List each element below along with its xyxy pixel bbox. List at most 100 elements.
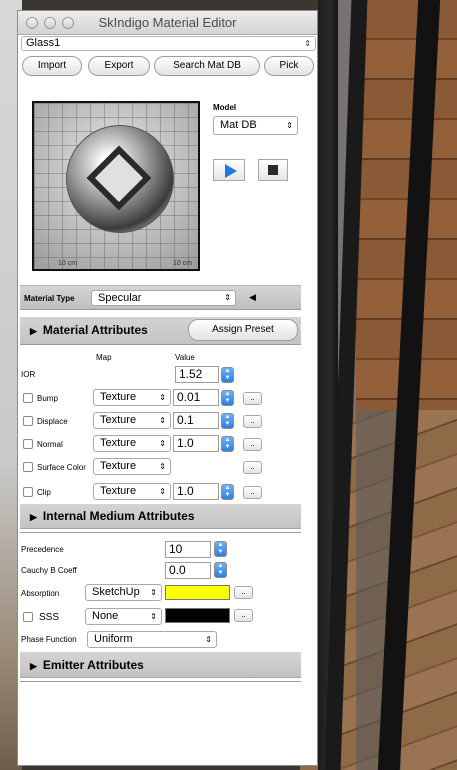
displace-browse-button[interactable]: ..	[243, 415, 262, 428]
disclosure-triangle-icon: ▶	[30, 326, 37, 336]
normal-stepper[interactable]: ▲ ▼	[221, 436, 234, 452]
sss-map-value: None	[92, 610, 119, 622]
material-attributes-title: Material Attributes	[42, 323, 148, 337]
material-editor-window: SkIndigo Material Editor Glass1 ⇕ Import…	[17, 10, 318, 766]
emitter-attributes-header[interactable]: ▶ Emitter Attributes	[20, 652, 301, 678]
surface-color-browse-button[interactable]: ..	[243, 461, 262, 474]
absorption-map-value: SketchUp	[92, 586, 140, 598]
updown-arrows-icon: ⇕	[159, 393, 166, 402]
render-stop-button[interactable]	[258, 159, 288, 181]
normal-label: Normal	[37, 440, 63, 449]
updown-arrows-icon: ⇕	[205, 635, 212, 644]
material-type-bar: Material Type Specular ⇕ ◀	[20, 285, 301, 310]
clip-browse-button[interactable]: ..	[243, 486, 262, 499]
collapse-arrow-icon[interactable]: ◀	[249, 292, 256, 303]
sss-label: SSS	[39, 612, 60, 623]
preview-ruler-right: 10 cm	[172, 260, 192, 267]
material-select-value: Glass1	[26, 37, 61, 49]
bump-browse-button[interactable]: ..	[243, 392, 262, 405]
title-bar: SkIndigo Material Editor	[18, 11, 317, 35]
preview-ruler-left: 10 cm	[58, 260, 78, 267]
model-label: Model	[213, 103, 237, 112]
normal-value-input[interactable]: 1.0	[173, 435, 219, 452]
clip-checkbox[interactable]	[23, 487, 33, 497]
normal-map-value: Texture	[100, 437, 137, 449]
bump-stepper[interactable]: ▲ ▼	[221, 390, 234, 406]
internal-medium-title: Internal Medium Attributes	[42, 509, 195, 523]
displace-checkbox[interactable]	[23, 416, 33, 426]
phase-function-select[interactable]: Uniform ⇕	[87, 631, 217, 648]
import-button[interactable]: Import	[22, 56, 82, 76]
sss-checkbox[interactable]	[23, 612, 33, 622]
surface-color-checkbox[interactable]	[23, 462, 33, 472]
bump-label: Bump	[37, 394, 58, 403]
clip-stepper[interactable]: ▲ ▼	[221, 484, 234, 500]
updown-arrows-icon: ⇕	[304, 39, 311, 48]
absorption-map-select[interactable]: SketchUp ⇕	[85, 584, 162, 601]
updown-arrows-icon: ⇕	[150, 588, 157, 597]
render-play-button[interactable]	[213, 159, 245, 181]
disclosure-triangle-icon: ▶	[30, 661, 37, 671]
sss-color-swatch[interactable]	[165, 608, 230, 623]
internal-medium-header[interactable]: ▶ Internal Medium Attributes	[20, 504, 301, 529]
sss-browse-button[interactable]: ..	[234, 609, 253, 622]
normal-map-select[interactable]: Texture ⇕	[93, 435, 171, 452]
displace-value-input[interactable]: 0.1	[173, 412, 219, 429]
displace-label: Displace	[37, 417, 68, 426]
assign-preset-button[interactable]: Assign Preset	[188, 319, 298, 341]
normal-browse-button[interactable]: ..	[243, 438, 262, 451]
material-type-value: Specular	[98, 292, 142, 304]
close-window-button[interactable]	[26, 16, 38, 29]
precedence-stepper[interactable]: ▲ ▼	[214, 541, 227, 557]
updown-arrows-icon: ⇕	[159, 439, 166, 448]
model-select[interactable]: Mat DB ⇕	[213, 116, 298, 135]
cauchy-input[interactable]: 0.0	[165, 562, 211, 579]
bump-map-select[interactable]: Texture ⇕	[93, 389, 171, 406]
disclosure-triangle-icon: ▶	[30, 512, 37, 522]
zoom-window-button[interactable]	[62, 16, 74, 29]
phase-function-label: Phase Function	[21, 635, 77, 644]
updown-arrows-icon: ⇕	[159, 462, 166, 471]
ior-input[interactable]: 1.52	[175, 366, 219, 383]
cauchy-label: Cauchy B Coeff	[21, 566, 77, 575]
surface-color-label: Surface Color	[37, 463, 86, 472]
clip-map-select[interactable]: Texture ⇕	[93, 483, 171, 500]
updown-arrows-icon: ⇕	[224, 293, 231, 302]
normal-checkbox[interactable]	[23, 439, 33, 449]
divider	[20, 681, 301, 682]
absorption-color-swatch[interactable]	[165, 585, 230, 600]
ior-stepper[interactable]: ▲ ▼	[221, 367, 234, 383]
updown-arrows-icon: ⇕	[150, 612, 157, 621]
updown-arrows-icon: ⇕	[159, 416, 166, 425]
absorption-browse-button[interactable]: ..	[234, 586, 253, 599]
updown-arrows-icon: ⇕	[286, 121, 293, 130]
absorption-label: Absorption	[21, 589, 60, 598]
clip-map-value: Texture	[100, 485, 137, 497]
value-column-header: Value	[175, 353, 195, 362]
clip-value-input[interactable]: 1.0	[173, 483, 219, 500]
material-type-label: Material Type	[24, 294, 75, 303]
model-select-value: Mat DB	[220, 119, 257, 131]
material-select[interactable]: Glass1 ⇕	[21, 36, 316, 51]
displace-map-select[interactable]: Texture ⇕	[93, 412, 171, 429]
cauchy-stepper[interactable]: ▲ ▼	[214, 562, 227, 578]
displace-map-value: Texture	[100, 414, 137, 426]
displace-stepper[interactable]: ▲ ▼	[221, 413, 234, 429]
minimize-window-button[interactable]	[44, 16, 56, 29]
phase-function-value: Uniform	[94, 633, 133, 645]
updown-arrows-icon: ⇕	[159, 487, 166, 496]
emitter-attributes-title: Emitter Attributes	[42, 658, 144, 672]
pick-button[interactable]: Pick	[264, 56, 314, 76]
bump-checkbox[interactable]	[23, 393, 33, 403]
bump-value-input[interactable]: 0.01	[173, 389, 219, 406]
search-mat-db-button[interactable]: Search Mat DB	[154, 56, 260, 76]
map-column-header: Map	[96, 353, 112, 362]
surface-color-map-select[interactable]: Texture ⇕	[93, 458, 171, 475]
ior-label: IOR	[21, 370, 36, 379]
clip-label: Clip	[37, 488, 51, 497]
precedence-input[interactable]: 10	[165, 541, 211, 558]
material-type-select[interactable]: Specular ⇕	[91, 290, 236, 306]
export-button[interactable]: Export	[88, 56, 150, 76]
divider	[20, 532, 301, 533]
sss-map-select[interactable]: None ⇕	[85, 608, 162, 625]
